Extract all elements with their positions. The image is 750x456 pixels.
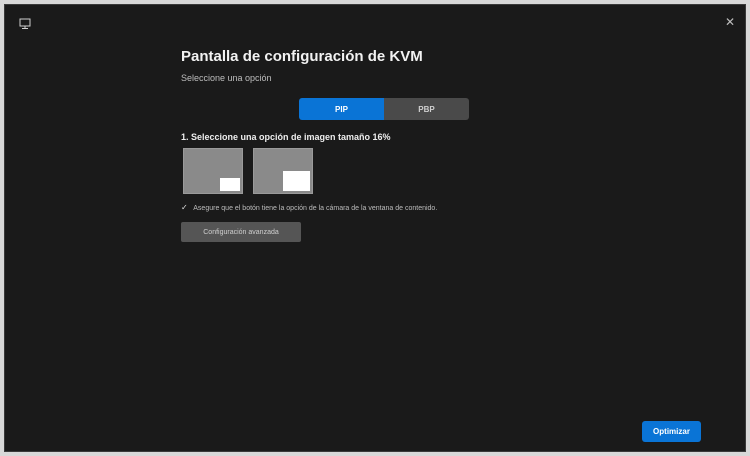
tab-pip[interactable]: PIP [299, 98, 384, 120]
tab-pbp[interactable]: PBP [384, 98, 469, 120]
close-icon: ✕ [724, 15, 736, 29]
monitor-icon [19, 18, 31, 29]
section-label: 1. Seleccione una opción de imagen tamañ… [181, 132, 391, 142]
page-title: Pantalla de configuración de KVM [181, 48, 423, 65]
layout-option-pip-small[interactable] [183, 148, 243, 194]
mode-tab-group: PIP PBP [299, 98, 469, 120]
close-button[interactable]: ✕ [723, 15, 737, 29]
page-subtitle: Seleccione una opción [181, 73, 272, 83]
pip-inset-small [220, 178, 240, 191]
checkmark-icon: ✓ [181, 203, 188, 212]
pip-inset-large [283, 171, 310, 191]
optimize-button[interactable]: Optimizar [642, 421, 701, 442]
hint-text: Asegure que el botón tiene la opción de … [193, 205, 438, 212]
hint-text-row: ✓ Asegure que el botón tiene la opción d… [181, 203, 437, 212]
layout-option-pip-large[interactable] [253, 148, 313, 194]
kvm-setup-window: ✕ Pantalla de configuración de KVM Selec… [4, 4, 746, 452]
configure-button[interactable]: Configuración avanzada [181, 222, 301, 242]
